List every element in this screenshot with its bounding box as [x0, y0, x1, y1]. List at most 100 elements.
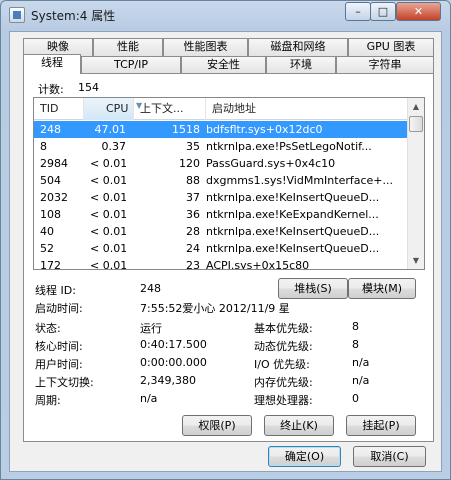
tab-strings[interactable]: 字符串 [336, 56, 434, 74]
stack-button[interactable]: 堆栈(S) [278, 278, 348, 299]
cell-context: 23 [186, 259, 200, 270]
cell-start-address: ntkrnlpa.exe!KeInsertQueueD... [206, 191, 380, 204]
io-priority-label: I/O 优先级: [254, 358, 310, 371]
thread-list[interactable]: TID ▼ CPU 上下文... 启动地址 248 47.01 1518 bdf… [33, 97, 425, 270]
table-row[interactable]: 40 < 0.01 28 ntkrnlpa.exe!KeInsertQueueD… [34, 223, 410, 240]
table-row[interactable]: 8 0.37 35 ntkrnlpa.exe!PsSetLegoNotif... [34, 138, 410, 155]
scroll-up-icon[interactable]: ▲ [408, 98, 424, 115]
cell-cpu: < 0.01 [90, 174, 126, 187]
cell-start-address: bdfsfltr.sys+0x12dc0 [206, 123, 323, 136]
ideal-processor-label: 理想处理器: [254, 394, 313, 407]
module-button[interactable]: 模块(M) [348, 278, 416, 299]
cell-cpu: 0.37 [101, 140, 127, 153]
io-priority-value: n/a [352, 356, 370, 369]
cell-context: 120 [179, 157, 200, 170]
cell-context: 35 [186, 140, 200, 153]
dynamic-priority-value: 8 [352, 338, 359, 351]
cell-tid: 2032 [40, 191, 68, 204]
title-bar[interactable]: System:4 属性 – □ ✕ [1, 1, 450, 29]
cell-cpu: < 0.01 [90, 157, 126, 170]
dialog-client-area: 映像 性能 性能图表 磁盘和网络 GPU 图表 线程 TCP/IP 安全性 环境… [9, 31, 442, 472]
cell-start-address: ntkrnlpa.exe!KeInsertQueueD... [206, 242, 380, 255]
cell-tid: 40 [40, 225, 54, 238]
close-button[interactable]: ✕ [396, 2, 441, 21]
thread-id-value: 248 [140, 282, 161, 295]
column-header-tid[interactable]: TID [34, 98, 84, 120]
cancel-button[interactable]: 取消(C) [353, 446, 426, 467]
tab-performance-graph[interactable]: 性能图表 [163, 38, 248, 56]
cell-start-address: PassGuard.sys+0x4c10 [206, 157, 336, 170]
suspend-button[interactable]: 挂起(P) [346, 415, 416, 436]
cell-tid: 8 [40, 140, 47, 153]
column-header-cpu[interactable]: ▼ CPU [84, 98, 142, 120]
table-row[interactable]: 52 < 0.01 24 ntkrnlpa.exe!KeInsertQueueD… [34, 240, 410, 257]
base-priority-label: 基本优先级: [254, 322, 313, 335]
cell-tid: 248 [40, 123, 61, 136]
tab-performance[interactable]: 性能 [93, 38, 163, 56]
maximize-button[interactable]: □ [370, 2, 396, 21]
kernel-time-label: 核心时间: [35, 340, 83, 353]
cycles-value: n/a [140, 392, 158, 405]
cell-start-address: ACPI.sys+0x15c80 [206, 259, 310, 270]
table-row[interactable]: 504 < 0.01 88 dxgmms1.sys!VidMmInterface… [34, 172, 410, 189]
context-switch-label: 上下文切换: [35, 376, 94, 389]
memory-priority-label: 内存优先级: [254, 376, 313, 389]
tab-environment[interactable]: 环境 [266, 56, 336, 74]
column-header-cpu-label: CPU [106, 102, 129, 115]
user-time-value: 0:00:00.000 [140, 356, 207, 369]
thread-list-header: TID ▼ CPU 上下文... 启动地址 [34, 98, 410, 120]
cell-context: 1518 [172, 123, 200, 136]
cell-context: 88 [186, 174, 200, 187]
permissions-button[interactable]: 权限(P) [182, 415, 252, 436]
context-switch-value: 2,349,380 [140, 374, 196, 387]
tab-disk-network[interactable]: 磁盘和网络 [248, 38, 348, 56]
cell-tid: 2984 [40, 157, 68, 170]
base-priority-value: 8 [352, 320, 359, 333]
cell-context: 28 [186, 225, 200, 238]
column-header-start-address[interactable]: 启动地址 [206, 98, 410, 120]
table-row[interactable]: 248 47.01 1518 bdfsfltr.sys+0x12dc0 [34, 121, 410, 138]
cell-start-address: dxgmms1.sys!VidMmInterface+... [206, 174, 393, 187]
tab-security[interactable]: 安全性 [181, 56, 266, 74]
table-row[interactable]: 2032 < 0.01 37 ntkrnlpa.exe!KeInsertQueu… [34, 189, 410, 206]
cell-context: 24 [186, 242, 200, 255]
cell-context: 36 [186, 208, 200, 221]
ok-button[interactable]: 确定(O) [268, 446, 341, 467]
cell-start-address: ntkrnlpa.exe!PsSetLegoNotif... [206, 140, 372, 153]
thread-id-label: 线程 ID: [35, 284, 76, 297]
cell-context: 37 [186, 191, 200, 204]
memory-priority-value: n/a [352, 374, 370, 387]
table-row[interactable]: 2984 < 0.01 120 PassGuard.sys+0x4c10 [34, 155, 410, 172]
cell-tid: 504 [40, 174, 61, 187]
start-time-value: 7:55:52爱小心 2012/11/9 星 [140, 302, 290, 315]
cycles-label: 周期: [35, 394, 61, 407]
table-row[interactable]: 108 < 0.01 36 ntkrnlpa.exe!KeExpandKerne… [34, 206, 410, 223]
tab-gpu-graph[interactable]: GPU 图表 [348, 38, 434, 56]
kernel-time-value: 0:40:17.500 [140, 338, 207, 351]
minimize-button[interactable]: – [345, 2, 371, 21]
scroll-thumb[interactable] [409, 116, 423, 132]
cell-cpu: < 0.01 [90, 225, 126, 238]
scroll-down-icon[interactable]: ▼ [408, 252, 424, 269]
column-header-context[interactable]: 上下文... [134, 98, 206, 120]
app-icon [9, 7, 25, 23]
cell-start-address: ntkrnlpa.exe!KeInsertQueueD... [206, 225, 380, 238]
ideal-processor-value: 0 [352, 392, 359, 405]
kill-button[interactable]: 终止(K) [264, 415, 334, 436]
tab-tcpip[interactable]: TCP/IP [81, 56, 181, 74]
tab-threads[interactable]: 线程 [23, 54, 81, 74]
cell-cpu: < 0.01 [90, 208, 126, 221]
state-label: 状态: [35, 322, 61, 335]
table-row[interactable]: 172 < 0.01 23 ACPI.sys+0x15c80 [34, 257, 410, 270]
user-time-label: 用户时间: [35, 358, 83, 371]
state-value: 运行 [140, 322, 162, 335]
cell-tid: 172 [40, 259, 61, 270]
cell-cpu: < 0.01 [90, 259, 126, 270]
cell-tid: 52 [40, 242, 54, 255]
cell-start-address: ntkrnlpa.exe!KeExpandKernel... [206, 208, 379, 221]
cell-cpu: 47.01 [94, 123, 127, 136]
cell-tid: 108 [40, 208, 61, 221]
vertical-scrollbar[interactable]: ▲ ▼ [407, 98, 424, 269]
properties-window: System:4 属性 – □ ✕ 映像 性能 性能图表 磁盘和网络 GPU 图… [0, 0, 451, 480]
cell-cpu: < 0.01 [90, 191, 126, 204]
